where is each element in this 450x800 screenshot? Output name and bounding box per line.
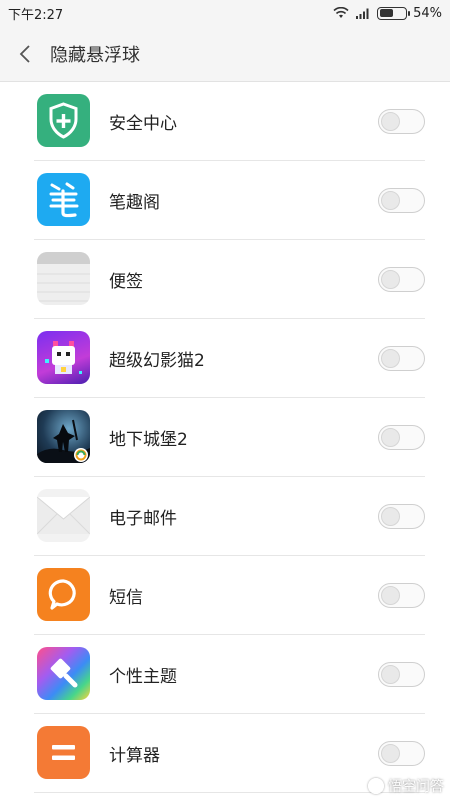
toggle-knob <box>381 191 400 210</box>
list-item: 超级幻影猫2 <box>0 319 450 398</box>
app-name: 地下城堡2 <box>109 430 188 450</box>
toggle-switch[interactable] <box>378 662 425 687</box>
toggle-knob <box>381 349 400 368</box>
toggle-switch[interactable] <box>378 267 425 292</box>
email-icon <box>37 489 90 542</box>
list-item: 电子邮件 <box>0 477 450 556</box>
toggle-switch[interactable] <box>378 425 425 450</box>
toggle-switch[interactable] <box>378 583 425 608</box>
sms-icon <box>37 568 90 621</box>
app-name: 便签 <box>109 272 143 292</box>
phantom-cat-icon <box>37 331 90 384</box>
underground-castle-icon <box>37 410 90 463</box>
status-bar: 下午2:27 54% <box>0 0 450 26</box>
toggle-switch[interactable] <box>378 188 425 213</box>
page-title: 隐藏悬浮球 <box>50 44 140 66</box>
toggle-knob <box>381 665 400 684</box>
calculator-icon <box>37 726 90 779</box>
app-name: 安全中心 <box>109 114 177 134</box>
toggle-switch[interactable] <box>378 346 425 371</box>
app-name: 个性主题 <box>109 667 177 687</box>
app-name: 短信 <box>109 588 143 608</box>
app-list: 安全中心 笔趣阁 便签 超级幻影猫2 地下城堡2 电子邮件 短信 个性主题 计算… <box>0 82 450 793</box>
list-item: 地下城堡2 <box>0 398 450 477</box>
toggle-switch[interactable] <box>378 741 425 766</box>
toggle-knob <box>381 586 400 605</box>
wukong-logo-icon <box>368 778 384 794</box>
notes-icon <box>37 252 90 305</box>
themes-icon <box>37 647 90 700</box>
toggle-knob <box>381 112 400 131</box>
signal-icon <box>356 8 369 19</box>
battery-fill <box>379 9 393 17</box>
list-item: 短信 <box>0 556 450 635</box>
toggle-knob <box>381 270 400 289</box>
list-item: 安全中心 <box>0 82 450 161</box>
chevron-left-icon <box>19 44 30 63</box>
list-item: 便签 <box>0 240 450 319</box>
back-button[interactable] <box>0 26 50 82</box>
toggle-knob <box>381 744 400 763</box>
toggle-knob <box>381 507 400 526</box>
biquge-icon <box>37 173 90 226</box>
status-time: 下午2:27 <box>8 7 64 23</box>
header: 隐藏悬浮球 <box>0 26 450 82</box>
toggle-knob <box>381 428 400 447</box>
wifi-icon <box>333 7 349 18</box>
toggle-switch[interactable] <box>378 504 425 529</box>
app-name: 计算器 <box>109 746 160 766</box>
battery-percent: 54% <box>413 5 442 21</box>
list-item: 笔趣阁 <box>0 161 450 240</box>
app-name: 笔趣阁 <box>109 193 160 213</box>
status-right: 54% <box>333 6 442 21</box>
app-name: 电子邮件 <box>109 509 177 529</box>
watermark-text: 悟空问答 <box>388 779 444 795</box>
watermark: 悟空问答 <box>368 776 444 796</box>
app-name: 超级幻影猫2 <box>109 351 205 371</box>
security-center-icon <box>37 94 90 147</box>
toggle-switch[interactable] <box>378 109 425 134</box>
list-item: 个性主题 <box>0 635 450 714</box>
battery-icon <box>377 6 411 20</box>
